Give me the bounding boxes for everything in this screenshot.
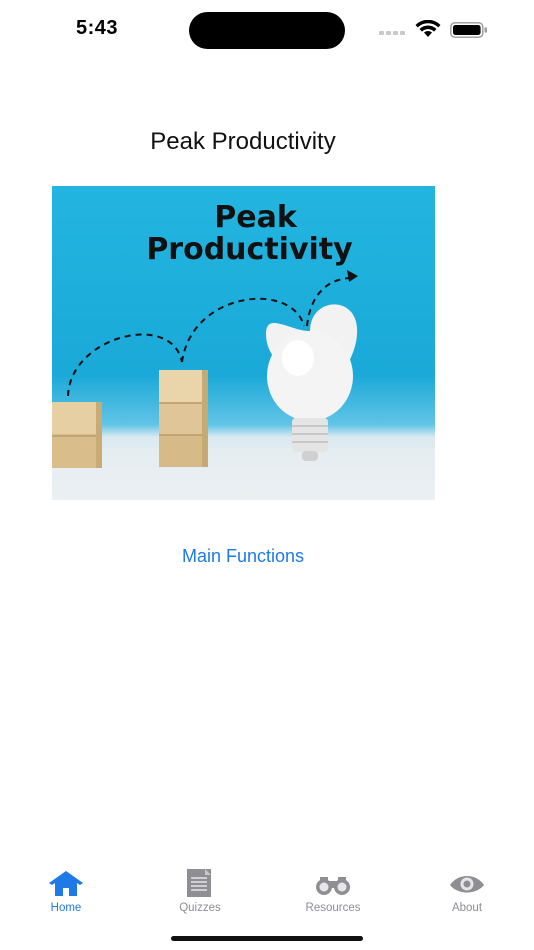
document-icon — [187, 869, 211, 897]
tab-home[interactable]: Home — [16, 868, 116, 914]
wood-blocks-middle — [159, 370, 208, 467]
eye-icon — [450, 876, 484, 893]
house-icon — [49, 871, 83, 896]
app-screen: 5:43 Peak Productivity Peak Productivity — [0, 0, 534, 950]
tab-about-label: About — [451, 902, 483, 914]
main-functions-link[interactable]: Main Functions — [0, 546, 486, 567]
dynamic-island — [189, 12, 345, 49]
tab-home-label: Home — [50, 902, 82, 914]
tab-quizzes[interactable]: Quizzes — [150, 868, 250, 914]
wifi-icon — [415, 20, 441, 37]
tab-resources[interactable]: Resources — [283, 868, 383, 914]
lightbulb-icon — [266, 304, 358, 461]
page-title: Peak Productivity — [150, 128, 336, 155]
tab-resources-label: Resources — [305, 902, 361, 914]
battery-icon — [450, 22, 487, 38]
tab-quizzes-label: Quizzes — [179, 902, 221, 914]
hero-illustration — [52, 270, 435, 500]
home-indicator — [171, 936, 363, 941]
wood-blocks-left — [52, 402, 102, 468]
hero-image: Peak Productivity — [52, 186, 435, 500]
cellular-signal-icon — [379, 31, 407, 49]
tab-about[interactable]: About — [417, 868, 517, 914]
binoculars-icon — [316, 877, 350, 895]
status-time: 5:43 — [76, 17, 119, 39]
